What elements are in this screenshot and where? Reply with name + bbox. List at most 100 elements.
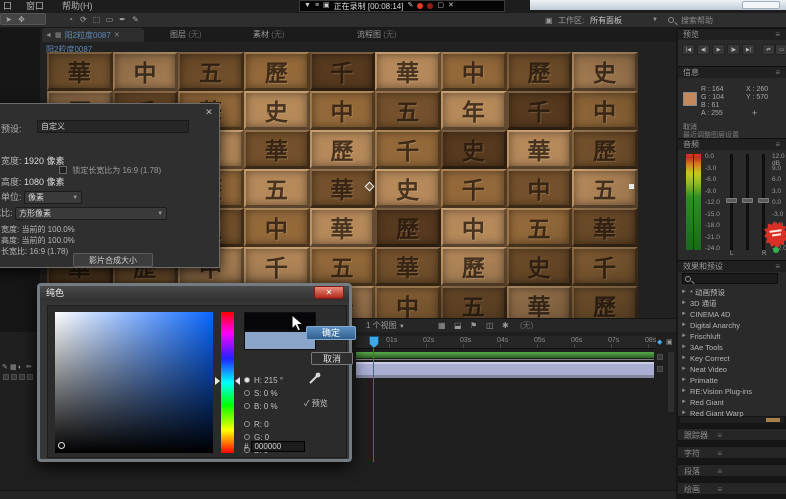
recorder-pencil-icon[interactable]: ✎ xyxy=(407,1,413,11)
timeline-toggle-box-3[interactable] xyxy=(19,374,25,380)
collapsed-panel-menu-icon[interactable]: ≡ xyxy=(717,447,722,460)
effects-list-item[interactable]: ►3D 通道 xyxy=(678,298,786,309)
tab-flowchart[interactable]: 流程图 (无) xyxy=(357,28,397,42)
hue-slider[interactable] xyxy=(221,312,234,453)
mask-tool-icon[interactable]: ▭ xyxy=(103,14,116,26)
first-frame-button[interactable]: |◀ xyxy=(682,44,695,55)
brightness-radio-row[interactable]: B: 0 % xyxy=(244,402,278,414)
height-value[interactable]: 1080 像素 xyxy=(24,177,65,187)
twirl-icon[interactable]: ► xyxy=(681,397,687,408)
preview-panel-header[interactable]: 预览 ≡ xyxy=(678,28,786,40)
timeline-row-icon-2[interactable] xyxy=(657,366,663,372)
tab-layer[interactable]: 图层 (无) xyxy=(170,28,202,42)
twirl-icon[interactable]: ► xyxy=(681,309,687,320)
timeline-switch-icon-1[interactable]: ✎ xyxy=(2,364,8,372)
recorder-lock-icon[interactable]: ▢ xyxy=(437,1,444,11)
menu-item-partial[interactable]: 口 xyxy=(3,0,12,13)
effects-list-item[interactable]: ►3Ae Tools xyxy=(678,342,786,353)
tab-footage[interactable]: 素材 (无) xyxy=(253,28,285,42)
last-frame-button[interactable]: ▶| xyxy=(742,44,755,55)
units-dropdown[interactable]: 像素▼ xyxy=(24,191,82,204)
radio-button[interactable] xyxy=(244,403,250,409)
pixel-aspect-dropdown[interactable]: 方形像素▼ xyxy=(15,207,167,220)
preset-field[interactable]: 自定义 xyxy=(37,120,189,133)
audio-slider-handle-right[interactable] xyxy=(758,198,769,203)
twirl-icon[interactable]: ► xyxy=(681,287,687,298)
collapsed-panel-menu-icon[interactable]: ≡ xyxy=(717,483,722,496)
radio-button[interactable] xyxy=(244,434,250,440)
tab-collapse-icon[interactable]: ◄ xyxy=(45,32,52,39)
timeline-switch-icon-3[interactable]: ◐ xyxy=(18,364,22,372)
saturation-brightness-box[interactable] xyxy=(55,312,213,453)
comp-button-icon[interactable]: ▣ xyxy=(666,338,673,346)
twirl-icon[interactable]: ► xyxy=(681,386,687,397)
effects-list-item[interactable]: ►CINEMA 4D xyxy=(678,309,786,320)
exposure-icon[interactable]: ✱ xyxy=(502,320,509,332)
timeline-toggle-box-1[interactable] xyxy=(3,374,9,380)
effects-list-item[interactable]: ►Digital Anarchy xyxy=(678,320,786,331)
effects-list-item[interactable]: ►Neat Video xyxy=(678,364,786,375)
saturation-radio-row[interactable]: S: 0 % xyxy=(244,389,278,401)
collapsed-panel-1[interactable]: 跟踪器≡ xyxy=(678,428,786,441)
region-of-interest-icon[interactable]: ⚑ xyxy=(470,320,477,332)
twirl-icon[interactable]: ► xyxy=(681,320,687,331)
pen-tool-icon[interactable]: ✒ xyxy=(116,14,129,26)
radio-button[interactable] xyxy=(244,377,250,383)
hue-slider-arrow-right[interactable] xyxy=(235,377,240,385)
brush-tool-icon[interactable]: ✎ xyxy=(129,14,142,26)
recorder-stop-icon[interactable] xyxy=(427,3,433,9)
audio-panel-header[interactable]: 音频 ≡ xyxy=(678,138,786,150)
color-selection-marker[interactable] xyxy=(58,442,65,449)
timeline-toggle-box-2[interactable] xyxy=(11,374,17,380)
recorder-tools-icon[interactable]: ▣ xyxy=(323,1,330,11)
color-dialog-titlebar[interactable]: 纯色 xyxy=(40,286,349,301)
preview-extra-button-1[interactable]: ⇄ xyxy=(762,44,775,55)
search-help-field[interactable]: 搜索帮助 xyxy=(681,15,713,26)
color-dialog-close-button[interactable]: ✕ xyxy=(314,286,344,299)
hue-radio-row[interactable]: H: 215 ° xyxy=(244,376,283,388)
collapsed-panel-3[interactable]: 段落≡ xyxy=(678,464,786,477)
eyedropper-icon[interactable] xyxy=(308,372,321,385)
effects-hscrollbar-thumb[interactable] xyxy=(766,418,780,422)
next-frame-button[interactable]: |▶ xyxy=(727,44,740,55)
timeline-vscrollbar[interactable] xyxy=(668,352,674,412)
transparency-grid-icon[interactable]: ◫ xyxy=(486,320,494,332)
workspace-caret-icon[interactable]: ▼ xyxy=(652,15,658,26)
recorder-record-icon[interactable] xyxy=(417,3,423,9)
pan-behind-tool-icon[interactable]: ⬚ xyxy=(90,14,103,26)
mask-visibility-icon[interactable]: ⬓ xyxy=(454,320,462,332)
twirl-icon[interactable]: ► xyxy=(681,331,687,342)
red-radio-row[interactable]: R: 0 xyxy=(244,420,269,432)
prev-frame-button[interactable]: ◀| xyxy=(697,44,710,55)
timeline-row-icon-1[interactable] xyxy=(657,354,663,360)
background-window-button[interactable] xyxy=(742,1,780,9)
effects-list-item[interactable]: ►Primatte xyxy=(678,375,786,386)
collapsed-panel-menu-icon[interactable]: ≡ xyxy=(717,429,722,442)
timeline-switch-icon-2[interactable]: ▦ xyxy=(10,364,17,372)
hex-input[interactable]: 000000 xyxy=(251,441,305,452)
radio-button[interactable] xyxy=(244,390,250,396)
menu-item-help[interactable]: 帮助(H) xyxy=(62,0,93,13)
effects-list-item[interactable]: ►Frischluft xyxy=(678,331,786,342)
lock-aspect-checkbox[interactable] xyxy=(59,166,67,174)
hand-tool-icon[interactable]: ✥ xyxy=(15,14,28,26)
comp-marker-icon[interactable]: ◆ xyxy=(657,338,662,346)
zoom-tool-icon[interactable]: ◔ xyxy=(64,14,77,26)
timeline-switch-icon-4[interactable]: ✏ xyxy=(26,364,32,372)
cancel-button[interactable]: 取消 xyxy=(311,352,353,365)
collapsed-panel-2[interactable]: 字符≡ xyxy=(678,446,786,459)
tab-close-icon[interactable]: ✕ xyxy=(114,31,120,39)
effects-list-item[interactable]: ►* 动画预设 xyxy=(678,287,786,298)
audio-slider-handle-both[interactable] xyxy=(742,198,753,203)
recorder-menu-icon[interactable]: ≡ xyxy=(315,1,319,11)
radio-button[interactable] xyxy=(244,421,250,427)
info-panel-header[interactable]: 信息 ≡ xyxy=(678,66,786,78)
timeline-ruler[interactable]: 01s02s03s04s05s06s07s08s xyxy=(356,336,656,349)
workspace-selector[interactable]: 所有面板 xyxy=(590,15,622,26)
ok-button[interactable]: 确定 xyxy=(306,326,356,340)
effects-list-item[interactable]: ►Red Giant xyxy=(678,397,786,408)
collapsed-panel-4[interactable]: 绘画≡ xyxy=(678,482,786,495)
orbit-camera-tool-icon[interactable]: ⟳ xyxy=(77,14,90,26)
menu-item-window[interactable]: 窗口 xyxy=(26,0,44,13)
audio-slider-handle-left[interactable] xyxy=(726,198,737,203)
